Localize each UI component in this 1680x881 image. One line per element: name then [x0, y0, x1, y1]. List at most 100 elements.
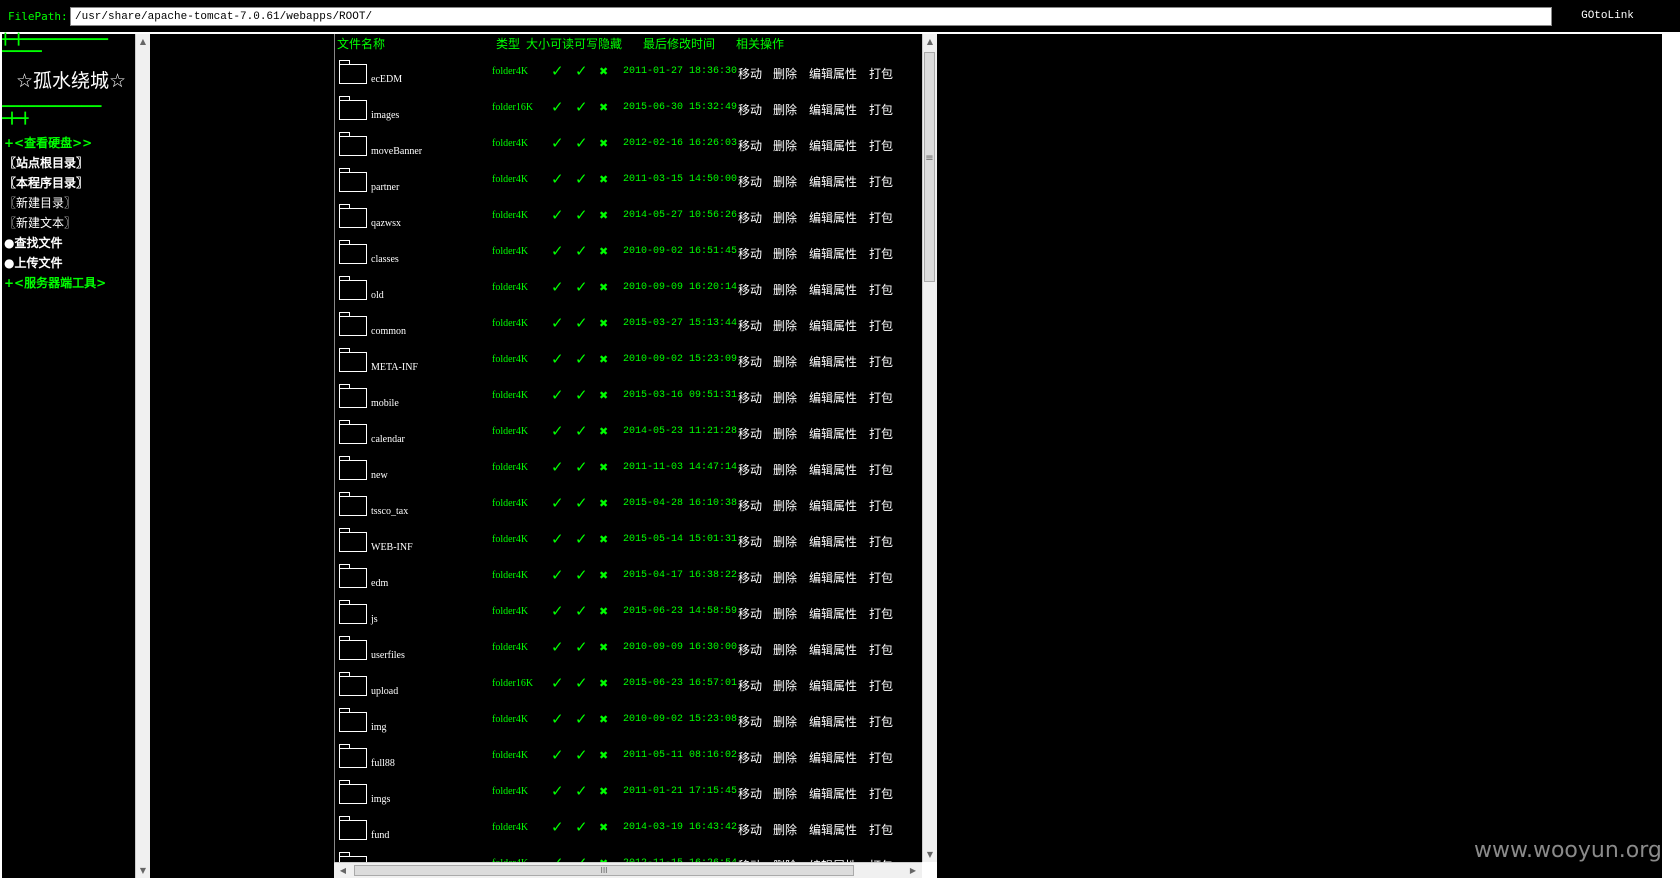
pack-link[interactable]: 打包 — [869, 605, 893, 622]
edit-attributes-link[interactable]: 编辑属性 — [809, 209, 857, 226]
folder-icon[interactable] — [339, 528, 367, 552]
filepath-input[interactable]: /usr/share/apache-tomcat-7.0.61/webapps/… — [70, 7, 1552, 26]
file-name[interactable]: img — [371, 722, 387, 733]
edit-attributes-link[interactable]: 编辑属性 — [809, 641, 857, 658]
scroll-thumb[interactable]: ≡ — [924, 52, 935, 282]
folder-icon[interactable] — [339, 564, 367, 588]
delete-link[interactable]: 删除 — [773, 425, 797, 442]
pack-link[interactable]: 打包 — [869, 533, 893, 550]
folder-icon[interactable] — [339, 276, 367, 300]
move-link[interactable]: 移动 — [738, 245, 762, 262]
move-link[interactable]: 移动 — [738, 173, 762, 190]
move-link[interactable]: 移动 — [738, 461, 762, 478]
goto-link-button[interactable]: GOtoLink — [1560, 7, 1655, 26]
edit-attributes-link[interactable]: 编辑属性 — [809, 569, 857, 586]
pack-link[interactable]: 打包 — [869, 209, 893, 226]
edit-attributes-link[interactable]: 编辑属性 — [809, 65, 857, 82]
folder-icon[interactable] — [339, 312, 367, 336]
move-link[interactable]: 移动 — [738, 605, 762, 622]
pack-link[interactable]: 打包 — [869, 497, 893, 514]
pack-link[interactable]: 打包 — [869, 65, 893, 82]
edit-attributes-link[interactable]: 编辑属性 — [809, 677, 857, 694]
file-name[interactable]: calendar — [371, 434, 405, 445]
scroll-right-icon[interactable]: ▶ — [908, 866, 918, 875]
file-name[interactable]: moveBanner — [371, 146, 422, 157]
move-link[interactable]: 移动 — [738, 821, 762, 838]
folder-icon[interactable] — [339, 672, 367, 696]
delete-link[interactable]: 删除 — [773, 821, 797, 838]
file-list-vertical-scrollbar[interactable]: ▲ ≡ ▼ — [922, 34, 937, 862]
file-name[interactable]: js — [371, 614, 378, 625]
file-name[interactable]: WEB-INF — [371, 542, 413, 553]
folder-icon[interactable] — [339, 384, 367, 408]
move-link[interactable]: 移动 — [738, 353, 762, 370]
file-name[interactable]: tssco_tax — [371, 506, 408, 517]
file-name[interactable]: common — [371, 326, 406, 337]
pack-link[interactable]: 打包 — [869, 101, 893, 118]
scroll-left-icon[interactable]: ◀ — [338, 866, 348, 875]
folder-icon[interactable] — [339, 600, 367, 624]
scroll-thumb[interactable]: III — [354, 865, 854, 876]
delete-link[interactable]: 删除 — [773, 533, 797, 550]
folder-icon[interactable] — [339, 168, 367, 192]
move-link[interactable]: 移动 — [738, 281, 762, 298]
move-link[interactable]: 移动 — [738, 209, 762, 226]
edit-attributes-link[interactable]: 编辑属性 — [809, 173, 857, 190]
folder-icon[interactable] — [339, 708, 367, 732]
edit-attributes-link[interactable]: 编辑属性 — [809, 749, 857, 766]
sidebar-scrollbar[interactable]: ▲ ▼ — [135, 34, 150, 878]
scroll-down-icon[interactable]: ▼ — [923, 850, 937, 859]
edit-attributes-link[interactable]: 编辑属性 — [809, 425, 857, 442]
move-link[interactable]: 移动 — [738, 65, 762, 82]
delete-link[interactable]: 删除 — [773, 101, 797, 118]
edit-attributes-link[interactable]: 编辑属性 — [809, 497, 857, 514]
file-name[interactable]: upload — [371, 686, 398, 697]
edit-attributes-link[interactable]: 编辑属性 — [809, 317, 857, 334]
folder-icon[interactable] — [339, 204, 367, 228]
sidebar-item-program-dir[interactable]: 〖本程序目录〗 — [2, 173, 135, 193]
move-link[interactable]: 移动 — [738, 533, 762, 550]
scroll-up-icon[interactable]: ▲ — [923, 37, 937, 46]
move-link[interactable]: 移动 — [738, 101, 762, 118]
delete-link[interactable]: 删除 — [773, 785, 797, 802]
folder-icon[interactable] — [339, 492, 367, 516]
sidebar-item-view-disk[interactable]: +<查看硬盘>> — [2, 133, 135, 153]
edit-attributes-link[interactable]: 编辑属性 — [809, 281, 857, 298]
folder-icon[interactable] — [339, 780, 367, 804]
edit-attributes-link[interactable]: 编辑属性 — [809, 785, 857, 802]
sidebar-item-server-tools[interactable]: +<服务器端工具> — [2, 273, 135, 293]
folder-icon[interactable] — [339, 636, 367, 660]
sidebar-item-new-dir[interactable]: 〖新建目录〗 — [2, 193, 135, 213]
file-name[interactable]: mobile — [371, 398, 399, 409]
sidebar-item-new-text[interactable]: 〖新建文本〗 — [2, 213, 135, 233]
pack-link[interactable]: 打包 — [869, 569, 893, 586]
folder-icon[interactable] — [339, 348, 367, 372]
file-name[interactable]: userfiles — [371, 650, 405, 661]
delete-link[interactable]: 删除 — [773, 65, 797, 82]
folder-icon[interactable] — [339, 456, 367, 480]
pack-link[interactable]: 打包 — [869, 389, 893, 406]
edit-attributes-link[interactable]: 编辑属性 — [809, 821, 857, 838]
pack-link[interactable]: 打包 — [869, 641, 893, 658]
folder-icon[interactable] — [339, 132, 367, 156]
delete-link[interactable]: 删除 — [773, 281, 797, 298]
edit-attributes-link[interactable]: 编辑属性 — [809, 533, 857, 550]
delete-link[interactable]: 删除 — [773, 173, 797, 190]
file-name[interactable]: images — [371, 110, 399, 121]
file-name[interactable]: qazwsx — [371, 218, 401, 229]
folder-icon[interactable] — [339, 420, 367, 444]
pack-link[interactable]: 打包 — [869, 425, 893, 442]
delete-link[interactable]: 删除 — [773, 605, 797, 622]
folder-icon[interactable] — [339, 60, 367, 84]
edit-attributes-link[interactable]: 编辑属性 — [809, 605, 857, 622]
delete-link[interactable]: 删除 — [773, 137, 797, 154]
pack-link[interactable]: 打包 — [869, 353, 893, 370]
file-name[interactable]: new — [371, 470, 388, 481]
delete-link[interactable]: 删除 — [773, 461, 797, 478]
folder-icon[interactable] — [339, 240, 367, 264]
file-name[interactable]: full88 — [371, 758, 395, 769]
pack-link[interactable]: 打包 — [869, 281, 893, 298]
file-name[interactable]: fund — [371, 830, 389, 841]
delete-link[interactable]: 删除 — [773, 353, 797, 370]
pack-link[interactable]: 打包 — [869, 749, 893, 766]
